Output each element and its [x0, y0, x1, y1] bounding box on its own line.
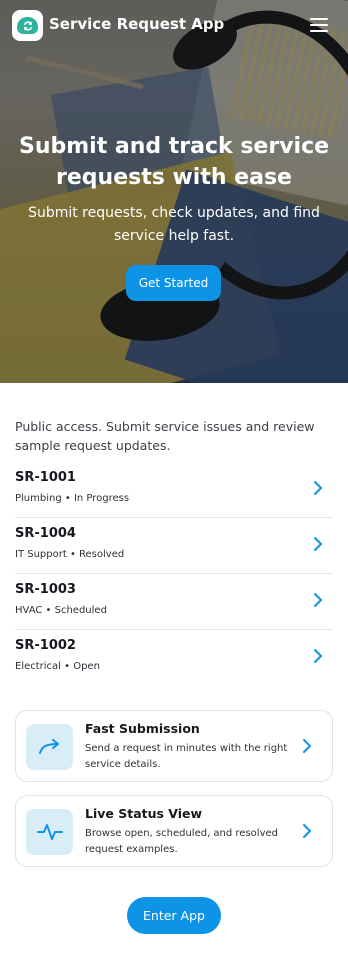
request-item[interactable]: SR-1001 Plumbing • In Progress — [15, 462, 333, 518]
activity-pulse-icon — [36, 824, 63, 840]
intro-text: Public access. Submit service issues and… — [15, 419, 315, 453]
get-started-button[interactable]: Get Started — [126, 265, 221, 301]
chevron-right-icon[interactable] — [300, 822, 314, 840]
arrow-forward-icon — [26, 724, 73, 770]
request-meta: IT Support • Resolved — [15, 549, 125, 560]
sync-arrows-icon — [23, 20, 32, 31]
menu-line — [310, 18, 328, 20]
feature-description: Browse open, scheduled, and resolved req… — [85, 828, 278, 855]
feature-description: Send a request in minutes with the right… — [85, 743, 288, 770]
top-bar: Service Request App — [0, 0, 348, 52]
menu-line — [310, 30, 328, 32]
chevron-right-icon[interactable] — [311, 647, 325, 665]
request-item[interactable]: SR-1002 Electrical • Open — [15, 630, 333, 686]
share-arrow-icon — [38, 739, 59, 754]
request-item[interactable]: SR-1004 IT Support • Resolved — [15, 518, 333, 574]
hero-subtitle: Submit requests, check updates, and find… — [28, 205, 320, 244]
feature-title: Fast Submission — [85, 721, 200, 736]
chevron-right-icon[interactable] — [311, 479, 325, 497]
request-id: SR-1001 — [15, 470, 76, 485]
request-list: SR-1001 Plumbing • In Progress SR-1004 I… — [15, 462, 333, 686]
feature-title: Live Status View — [85, 806, 203, 821]
cloud-sync-icon — [17, 17, 38, 34]
hamburger-menu-icon[interactable] — [308, 16, 330, 34]
app-title: Service Request App — [49, 15, 225, 33]
feature-card-fast-submission[interactable]: Fast Submission Send a request in minute… — [15, 710, 333, 782]
request-meta: Plumbing • In Progress — [15, 493, 130, 504]
request-item[interactable]: SR-1003 HVAC • Scheduled — [15, 574, 333, 630]
feature-card-live-status[interactable]: Live Status View Browse open, scheduled,… — [15, 795, 333, 867]
request-id: SR-1003 — [15, 582, 76, 597]
chevron-right-icon[interactable] — [311, 591, 325, 609]
app-logo[interactable] — [12, 10, 43, 41]
request-meta: Electrical • Open — [15, 661, 100, 672]
menu-line — [310, 24, 328, 26]
request-meta: HVAC • Scheduled — [15, 605, 107, 616]
hero-title: Submit and track service requests with e… — [18, 134, 330, 190]
request-id: SR-1004 — [15, 526, 76, 541]
enter-app-button[interactable]: Enter App — [127, 897, 221, 934]
chevron-right-icon[interactable] — [311, 535, 325, 553]
pulse-icon — [26, 809, 73, 855]
chevron-right-icon[interactable] — [300, 737, 314, 755]
request-id: SR-1002 — [15, 638, 76, 653]
hero-section: Service Request App Submit and track ser… — [0, 0, 348, 383]
